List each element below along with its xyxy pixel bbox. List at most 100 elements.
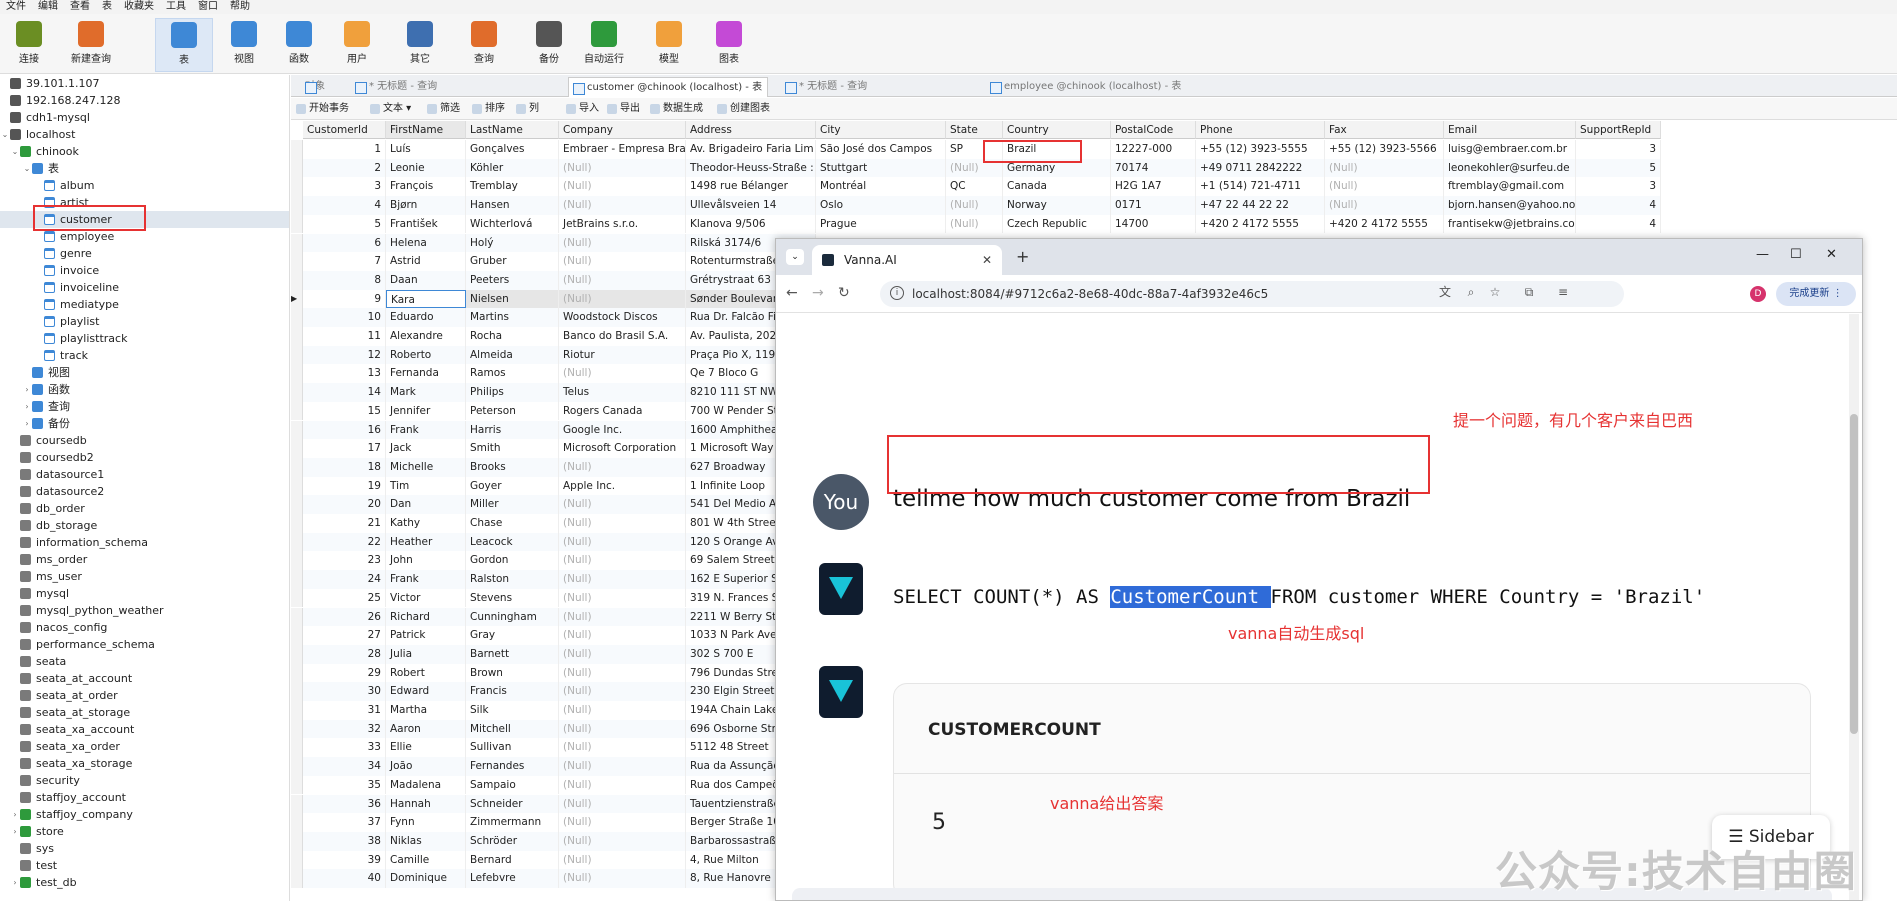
page-scrollbar[interactable] <box>1849 314 1859 900</box>
table-cell[interactable]: François <box>386 177 466 197</box>
table-cell[interactable]: Silk <box>466 701 559 720</box>
table-cell[interactable]: Frank <box>386 420 466 440</box>
table-cell[interactable]: Peeters <box>466 270 559 290</box>
table-cell[interactable]: Woodstock Discos <box>559 308 686 327</box>
tree-database-staffjoy_account[interactable]: staffjoy_account <box>0 789 289 806</box>
table-cell[interactable]: Martha <box>386 701 466 720</box>
table-cell[interactable]: Jack <box>386 439 466 458</box>
table-cell[interactable]: (Null) <box>559 457 686 477</box>
table-cell[interactable]: Leacock <box>466 532 559 552</box>
column-header-Email[interactable]: Email <box>1444 121 1576 139</box>
row-marker[interactable] <box>291 626 303 645</box>
expand-arrow-icon[interactable]: › <box>22 415 32 432</box>
table-cell[interactable]: Jennifer <box>386 401 466 421</box>
table-cell[interactable]: Fynn <box>386 813 466 832</box>
table-cell[interactable]: 33 <box>303 738 386 758</box>
table-cell[interactable]: (Null) <box>559 775 686 795</box>
expand-arrow-icon[interactable]: ⌄ <box>10 143 20 160</box>
table-cell[interactable]: SP <box>946 140 1003 159</box>
table-cell[interactable]: (Null) <box>559 270 686 290</box>
table-cell[interactable]: John <box>386 551 466 571</box>
column-header-SupportRepId[interactable]: SupportRepId <box>1576 121 1661 139</box>
table-cell[interactable]: 4 <box>303 196 386 215</box>
table-cell[interactable]: 9 <box>303 289 386 309</box>
table-cell[interactable]: Rogers Canada <box>559 401 686 421</box>
toolbar-button-2[interactable]: 表 <box>155 18 213 72</box>
table-cell[interactable]: Norway <box>1003 196 1111 215</box>
table-cell[interactable]: (Null) <box>559 701 686 720</box>
table-cell[interactable]: 35 <box>303 775 386 795</box>
tree-connection-0[interactable]: 39.101.1.107 <box>0 75 289 92</box>
table-cell[interactable]: 34 <box>303 757 386 776</box>
editor-tab-0[interactable]: 对象 <box>301 77 341 97</box>
browser-tab[interactable]: Vanna.AI ✕ <box>812 245 1002 275</box>
tree-table-artist[interactable]: artist <box>0 194 289 211</box>
table-cell[interactable]: Dan <box>386 495 466 514</box>
table-cell[interactable]: Microsoft Corporation <box>559 439 686 458</box>
table-cell[interactable]: Dominique <box>386 869 466 888</box>
tree-database-datasource1[interactable]: datasource1 <box>0 466 289 483</box>
zoom-icon[interactable]: ⌕ <box>1464 285 1478 299</box>
table-cell[interactable]: Banco do Brasil S.A. <box>559 327 686 346</box>
row-marker[interactable] <box>291 570 303 589</box>
tree-database-store[interactable]: › store <box>0 823 289 840</box>
table-cell[interactable]: (Null) <box>1325 196 1444 215</box>
table-cell[interactable]: 14 <box>303 383 386 402</box>
table-cell[interactable]: (Null) <box>946 196 1003 215</box>
toolbar-button-5[interactable]: 用户 <box>328 18 386 72</box>
table-cell[interactable]: Richard <box>386 607 466 627</box>
table-cell[interactable]: Schröder <box>466 831 559 851</box>
editor-tab-1[interactable]: * 无标题 - 查询 <box>351 77 551 97</box>
table-cell[interactable]: 23 <box>303 551 386 571</box>
expand-arrow-icon[interactable]: › <box>10 806 20 823</box>
tree-database-test[interactable]: test <box>0 857 289 874</box>
column-header-Address[interactable]: Address <box>686 121 816 139</box>
table-cell[interactable]: Helena <box>386 233 466 253</box>
table-cell[interactable]: (Null) <box>1325 158 1444 178</box>
table-cell[interactable]: Ellie <box>386 738 466 758</box>
editor-tab-3[interactable]: * 无标题 - 查询 <box>781 77 976 97</box>
table-cell[interactable]: Brown <box>466 663 559 683</box>
tree-database-security[interactable]: security <box>0 772 289 789</box>
tree-database-seata_xa_storage[interactable]: seata_xa_storage <box>0 755 289 772</box>
tree-database-db_order[interactable]: db_order <box>0 500 289 517</box>
profile-avatar[interactable]: D <box>1750 286 1766 302</box>
tree-database-nacos_config[interactable]: nacos_config <box>0 619 289 636</box>
row-marker[interactable] <box>291 850 303 870</box>
table-cell[interactable]: Peterson <box>466 401 559 421</box>
table-cell[interactable]: (Null) <box>559 663 686 683</box>
table-cell[interactable]: (Null) <box>559 364 686 384</box>
table-cell[interactable]: Astrid <box>386 252 466 271</box>
table-cell[interactable]: (Null) <box>559 682 686 701</box>
menu-item-2[interactable]: 查看 <box>64 0 96 14</box>
tree-connection-2[interactable]: cdh1-mysql <box>0 109 289 126</box>
tree-database-seata_at_account[interactable]: seata_at_account <box>0 670 289 687</box>
grid-toolbar-button-8[interactable]: 创建图表 <box>716 102 770 116</box>
grid-toolbar-button-3[interactable]: 排序 <box>471 102 505 116</box>
table-cell[interactable]: Germany <box>1003 158 1111 178</box>
grid-toolbar-button-7[interactable]: 数据生成 <box>649 102 703 116</box>
table-cell[interactable]: 38 <box>303 831 386 851</box>
table-cell[interactable]: 8 <box>303 270 386 290</box>
tree-table-playlist[interactable]: playlist <box>0 313 289 330</box>
table-cell[interactable]: Smith <box>466 439 559 458</box>
table-cell[interactable]: 12 <box>303 345 386 365</box>
table-cell[interactable]: Kathy <box>386 514 466 533</box>
table-cell[interactable]: 7 <box>303 252 386 271</box>
table-cell[interactable]: (Null) <box>559 869 686 888</box>
row-marker[interactable] <box>291 588 303 608</box>
back-icon[interactable]: ← <box>786 285 798 301</box>
table-cell[interactable]: leonekohler@surfeu.de <box>1444 158 1576 178</box>
table-cell[interactable]: Holý <box>466 233 559 253</box>
table-cell[interactable]: Cunningham <box>466 607 559 627</box>
table-cell[interactable]: Almeida <box>466 345 559 365</box>
table-cell[interactable]: QC <box>946 177 1003 197</box>
table-cell[interactable]: Julia <box>386 644 466 664</box>
table-cell[interactable]: Victor <box>386 588 466 608</box>
tree-database-test_db[interactable]: › test_db <box>0 874 289 891</box>
table-cell[interactable]: Martins <box>466 308 559 327</box>
tree-database-performance_schema[interactable]: performance_schema <box>0 636 289 653</box>
row-marker[interactable] <box>291 495 303 514</box>
table-cell[interactable]: 15 <box>303 401 386 421</box>
table-cell[interactable]: Gruber <box>466 252 559 271</box>
